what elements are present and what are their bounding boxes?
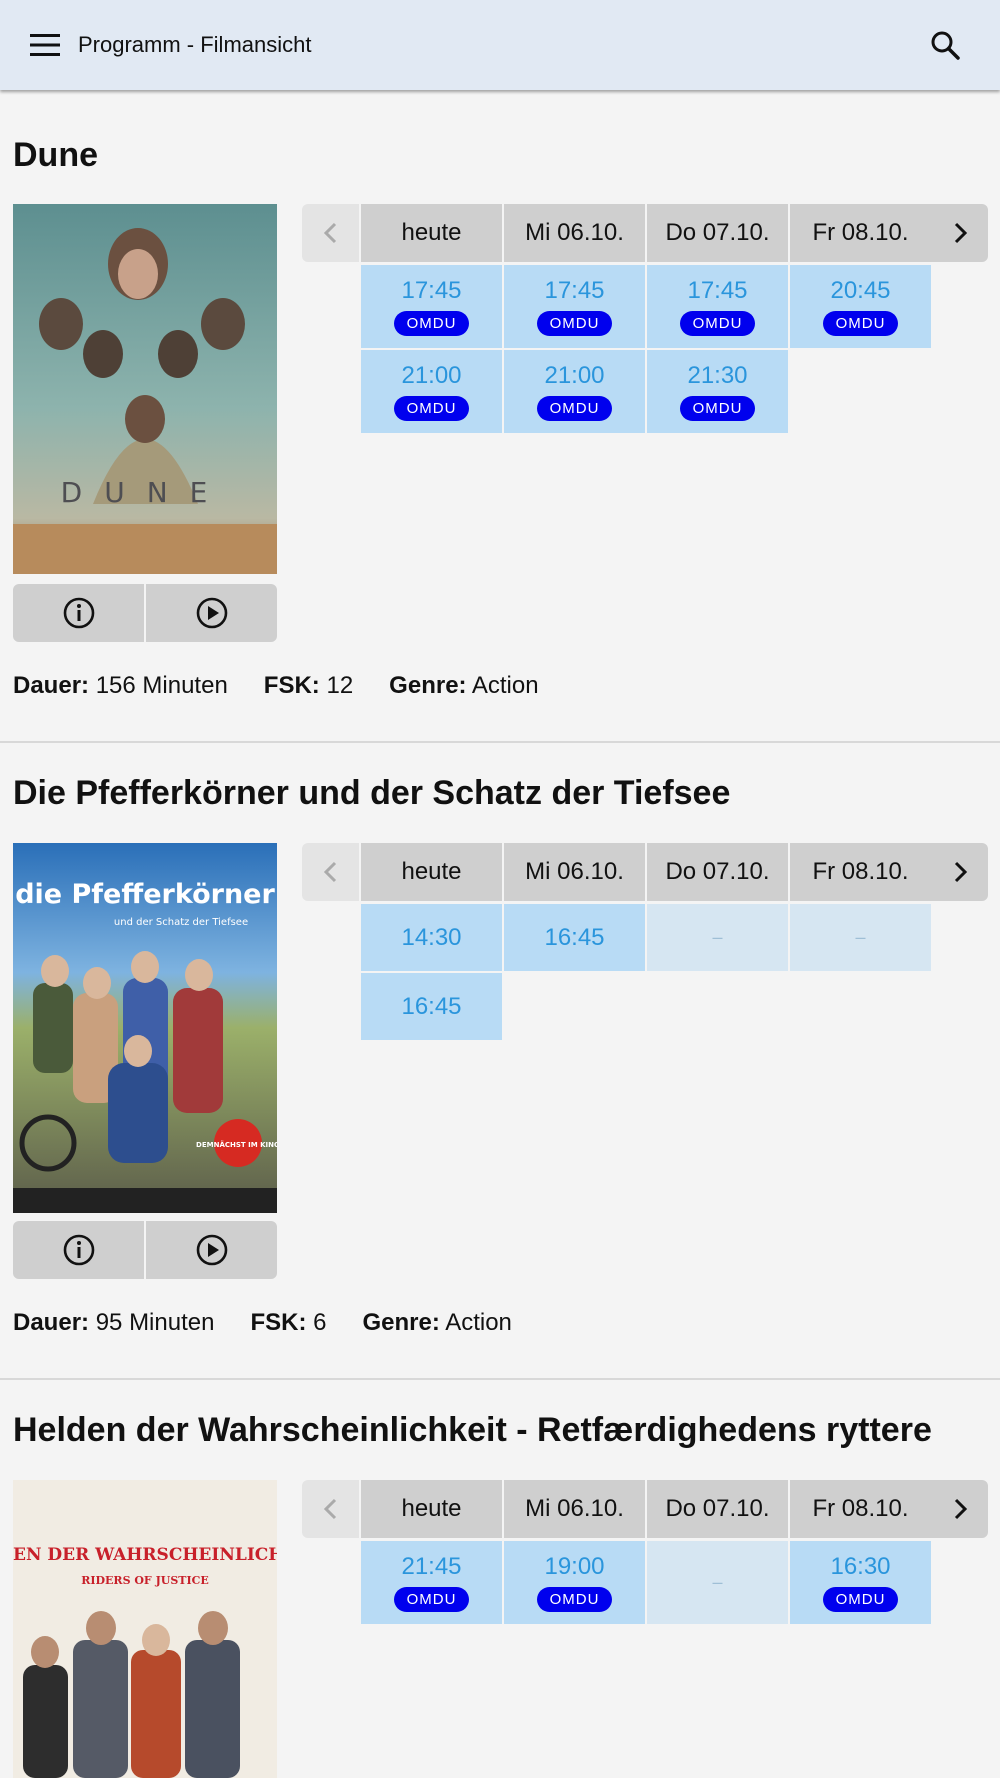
day-header: heute [361,204,502,262]
prev-days-button[interactable] [302,204,359,262]
info-icon [63,1234,94,1266]
omdu-badge: OMDU [679,311,756,336]
poster-subtitle: und der Schatz der Tiefsee [114,917,248,928]
chevron-right-icon [954,861,967,883]
showtime-cell[interactable]: 21:00 OMDU [361,350,502,433]
showtime-cell[interactable]: 14:30 [361,904,502,971]
day-header: heute [361,1480,502,1538]
genre-value: Action [471,672,539,699]
film-title[interactable]: Die Pfefferkörner und der Schatz der Tie… [13,774,730,813]
film-poster[interactable]: DUNE [13,204,277,574]
poster-actions [13,1221,277,1279]
showtime-cell-empty: – [647,1541,788,1624]
info-icon [63,597,94,629]
omdu-badge: OMDU [393,396,470,421]
chevron-right-icon [954,1498,967,1520]
film-title[interactable]: Helden der Wahrscheinlichkeit - Retfærdi… [13,1411,932,1450]
film-title[interactable]: Dune [13,136,98,175]
next-days-button[interactable] [931,204,988,262]
trailer-button[interactable] [146,1221,277,1279]
omdu-badge: OMDU [822,311,899,336]
divider [0,1378,1000,1380]
fsk-value: 12 [326,672,354,699]
poster-wordmark: HELDEN DER WAHRSCHEINLICHKEIT [13,1545,277,1565]
day-header: Mi 06.10. [504,1480,645,1538]
search-icon[interactable] [928,28,962,62]
showtime-cell[interactable]: 17:45 OMDU [361,265,502,348]
chevron-right-icon [954,222,967,244]
omdu-badge: OMDU [536,1587,613,1612]
day-header: Mi 06.10. [504,204,645,262]
showtime-cell[interactable]: 16:30 OMDU [790,1541,931,1624]
showtime-cell[interactable]: 17:45 OMDU [504,265,645,348]
day-header: Do 07.10. [647,843,788,901]
film-poster[interactable]: HELDEN DER WAHRSCHEINLICHKEIT RIDERS OF … [13,1480,277,1778]
divider [0,741,1000,743]
showtime-cell-empty: – [790,904,931,971]
prev-days-button[interactable] [302,1480,359,1538]
omdu-badge: OMDU [822,1587,899,1612]
showtime-cell[interactable]: 16:45 [504,904,645,971]
showtime-cell[interactable]: 21:45 OMDU [361,1541,502,1624]
duration-value: 156 Minuten [95,672,228,699]
info-button[interactable] [13,584,144,642]
showtime-cell[interactable]: 21:30 OMDU [647,350,788,433]
showtime-cell[interactable]: 19:00 OMDU [504,1541,645,1624]
chevron-left-icon [323,1498,336,1520]
poster-sticker: DEMNÄCHST IM KINO [196,1140,277,1149]
next-days-button[interactable] [931,843,988,901]
showtime-cell[interactable]: 16:45 [361,973,502,1040]
fsk-value: 6 [313,1309,327,1336]
trailer-button[interactable] [146,584,277,642]
menu-icon[interactable] [28,28,62,62]
info-button[interactable] [13,1221,144,1279]
chevron-left-icon [323,222,336,244]
next-days-button[interactable] [931,1480,988,1538]
day-header: Fr 08.10. [790,204,931,262]
genre-value: Action [445,1309,512,1336]
showtime-cell[interactable]: 17:45 OMDU [647,265,788,348]
film-poster[interactable]: die Pfefferkörner und der Schatz der Tie… [13,843,277,1213]
showtime-cell[interactable]: 20:45 OMDU [790,265,931,348]
omdu-badge: OMDU [393,1587,470,1612]
play-icon [196,597,227,629]
app-bar: Programm - Filmansicht [0,0,1000,90]
film-meta: Dauer: 156 Minuten FSK: 12 Genre: Action [13,672,539,699]
duration-value: 95 Minuten [95,1309,215,1336]
day-header: Do 07.10. [647,1480,788,1538]
chevron-left-icon [323,861,336,883]
omdu-badge: OMDU [393,311,470,336]
poster-subtitle: RIDERS OF JUSTICE [81,1574,209,1587]
showtime-cell-empty: – [647,904,788,971]
omdu-badge: OMDU [536,311,613,336]
prev-days-button[interactable] [302,843,359,901]
page-title: Programm - Filmansicht [78,32,312,57]
day-header: Mi 06.10. [504,843,645,901]
poster-wordmark: die Pfefferkörner [15,879,275,910]
film-meta: Dauer: 95 Minuten FSK: 6 Genre: Action [13,1309,512,1336]
omdu-badge: OMDU [536,396,613,421]
day-header: Fr 08.10. [790,843,931,901]
day-header: heute [361,843,502,901]
day-header: Fr 08.10. [790,1480,931,1538]
omdu-badge: OMDU [679,396,756,421]
day-header: Do 07.10. [647,204,788,262]
poster-actions [13,584,277,642]
play-icon [196,1234,227,1266]
showtime-cell[interactable]: 21:00 OMDU [504,350,645,433]
poster-wordmark: DUNE [61,476,230,509]
